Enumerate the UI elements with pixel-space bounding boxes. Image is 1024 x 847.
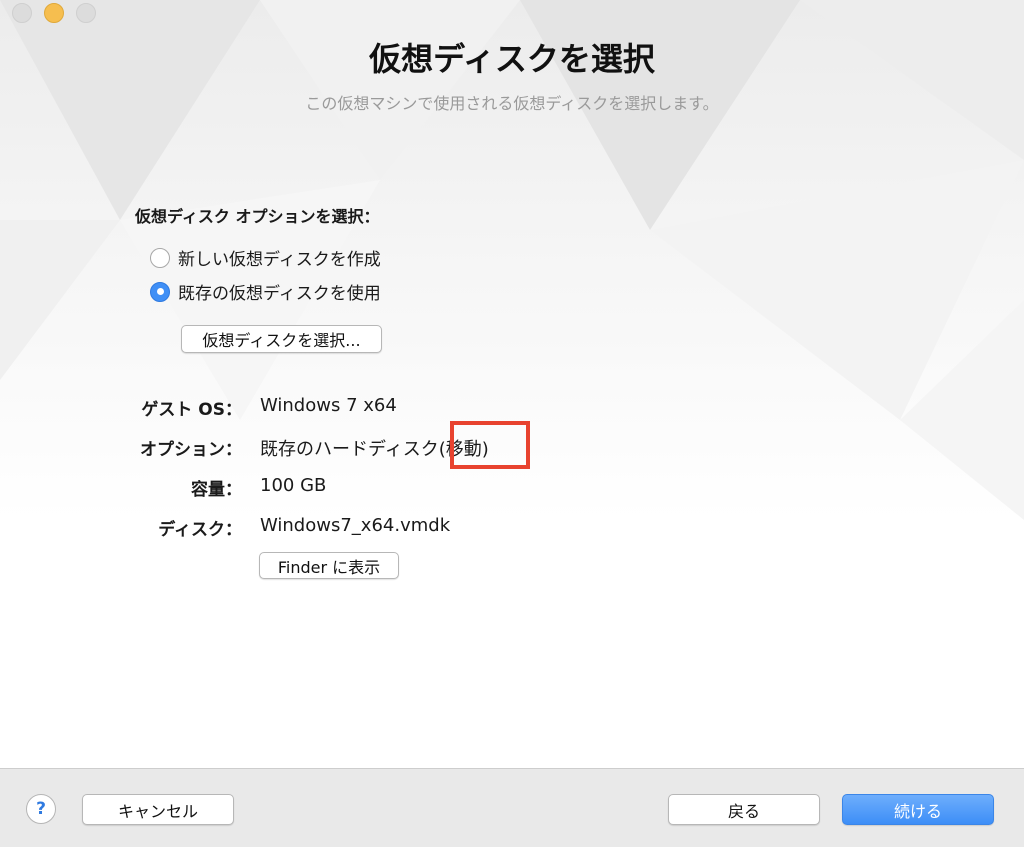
option-value-text: 既存のハードディスク — [260, 439, 439, 460]
page-title: 仮想ディスクを選択 — [369, 40, 655, 78]
minimize-window-button[interactable] — [44, 3, 64, 23]
highlight-box — [450, 421, 530, 469]
guest-os-label: ゲスト OS： — [141, 400, 242, 420]
disk-options-label: 仮想ディスク オプションを選択： — [135, 207, 380, 226]
capacity-label: 容量： — [191, 480, 242, 500]
zoom-window-button[interactable] — [76, 3, 96, 23]
capacity-value: 100 GB — [260, 475, 327, 496]
radio-use-existing-disk[interactable]: 既存の仮想ディスクを使用 — [150, 279, 381, 304]
show-in-finder-button[interactable]: Finder に表示 — [259, 552, 399, 579]
option-label: オプション： — [140, 440, 242, 460]
radio-button[interactable] — [150, 247, 170, 268]
assistant-window: 仮想ディスクを選択 この仮想マシンで使用される仮想ディスクを選択します。 仮想デ… — [0, 0, 1024, 847]
close-window-button[interactable] — [12, 3, 32, 23]
back-button[interactable]: 戻る — [668, 794, 820, 825]
guest-os-value: Windows 7 x64 — [260, 395, 397, 416]
continue-button[interactable]: 続ける — [842, 794, 994, 825]
window-controls — [12, 3, 96, 23]
radio-create-new-disk[interactable]: 新しい仮想ディスクを作成 — [150, 245, 381, 270]
page-subtitle: この仮想マシンで使用される仮想ディスクを選択します。 — [305, 94, 719, 113]
disk-label: ディスク： — [158, 520, 242, 540]
disk-value: Windows7_x64.vmdk — [260, 515, 451, 536]
radio-button-selected[interactable] — [150, 281, 170, 302]
cancel-button[interactable]: キャンセル — [82, 794, 234, 825]
radio-label: 既存の仮想ディスクを使用 — [178, 284, 381, 304]
choose-virtual-disk-button[interactable]: 仮想ディスクを選択... — [181, 325, 382, 353]
radio-label: 新しい仮想ディスクを作成 — [178, 250, 381, 270]
help-icon[interactable]: ? — [26, 794, 56, 824]
